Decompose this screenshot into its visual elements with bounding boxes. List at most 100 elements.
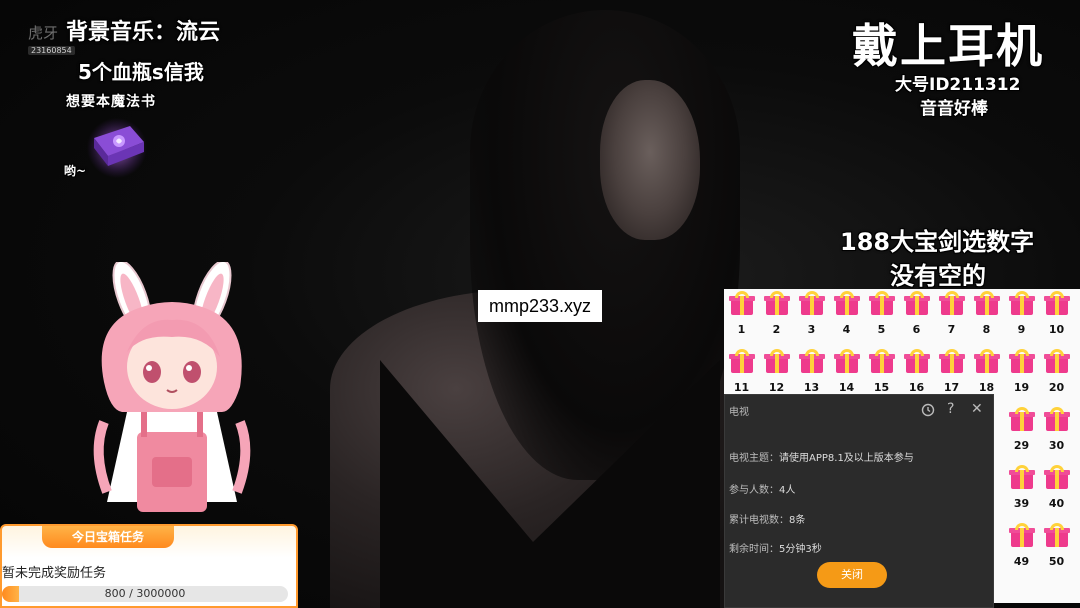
gift-box-icon	[1008, 407, 1035, 431]
gift-cell[interactable]: 12	[759, 347, 794, 401]
gift-box-icon	[763, 349, 790, 373]
url-watermark: mmp233.xyz	[478, 290, 602, 322]
history-icon[interactable]	[921, 403, 935, 417]
gift-cell[interactable]: 14	[829, 347, 864, 401]
room-id: 23160854	[28, 46, 75, 55]
magic-book-icon[interactable]	[82, 118, 152, 178]
gift-number: 30	[1048, 439, 1065, 452]
book-sound-text: 哟~	[64, 164, 87, 178]
gift-box-icon	[1008, 523, 1035, 547]
gift-number: 1	[737, 323, 746, 336]
gift-cell[interactable]: 50	[1039, 521, 1074, 575]
gift-number: 15	[873, 381, 890, 394]
gift-number: 14	[838, 381, 855, 394]
gift-number: 13	[803, 381, 820, 394]
gift-cell[interactable]: 29	[1004, 405, 1039, 459]
gift-box-icon	[833, 349, 860, 373]
gift-cell[interactable]: 49	[1004, 521, 1039, 575]
gift-cell[interactable]: 13	[794, 347, 829, 401]
gift-box-icon	[763, 291, 790, 315]
gift-cell[interactable]: 19	[1004, 347, 1039, 401]
streamer-face	[600, 80, 700, 240]
gift-box-icon	[1043, 523, 1070, 547]
bgm-caption: 背景音乐：流云	[66, 20, 221, 45]
anime-avatar	[93, 262, 251, 512]
gift-box-icon	[728, 291, 755, 315]
yinyin-caption: 音音好棒	[920, 99, 988, 119]
gift-box-icon	[938, 349, 965, 373]
gift-number: 40	[1048, 497, 1065, 510]
help-icon[interactable]: ?	[947, 401, 954, 417]
gift-cell[interactable]: 1	[724, 289, 759, 343]
gift-cell[interactable]: 20	[1039, 347, 1074, 401]
gift-number: 2	[772, 323, 781, 336]
dialog-row-time: 剩余时间：5分钟3秒	[729, 544, 822, 555]
gift-box-icon	[1008, 349, 1035, 373]
gift-number: 39	[1013, 497, 1030, 510]
gift-cell[interactable]: 10	[1039, 289, 1074, 343]
gift-cell[interactable]: 16	[899, 347, 934, 401]
task-status-text: 暂未完成奖励任务	[2, 566, 107, 581]
gift-box-icon	[1043, 407, 1070, 431]
daily-task-panel: 今日宝箱任务 暂未完成奖励任务 800 / 3000000	[0, 524, 298, 608]
dialog-row-count: 累计电视数：8条	[729, 515, 806, 526]
gift-box-icon	[973, 291, 1000, 315]
gift-cell[interactable]: 4	[829, 289, 864, 343]
gift-box-icon	[903, 349, 930, 373]
task-title: 今日宝箱任务	[42, 526, 174, 548]
gift-cell[interactable]: 15	[864, 347, 899, 401]
tv-dialog: 电视 ? ✕ 电视主题：请使用APP8.1及以上版本参与 参与人数：4人 累计电…	[724, 394, 994, 608]
gift-cell[interactable]: 9	[1004, 289, 1039, 343]
gift-box-icon	[833, 291, 860, 315]
gift-number: 49	[1013, 555, 1030, 568]
no-empty-caption: 没有空的	[890, 262, 986, 290]
gift-cell[interactable]: 18	[969, 347, 1004, 401]
gift-number: 6	[912, 323, 921, 336]
gift-number: 5	[877, 323, 886, 336]
gift-cell[interactable]: 17	[934, 347, 969, 401]
gift-number: 29	[1013, 439, 1030, 452]
headphones-caption: 戴上耳机	[852, 19, 1044, 73]
dialog-row-topic: 电视主题：请使用APP8.1及以上版本参与	[729, 453, 914, 464]
gift-number: 9	[1017, 323, 1026, 336]
gift-number: 11	[733, 381, 750, 394]
task-progress-bar: 800 / 3000000	[2, 586, 288, 602]
task-progress-label: 800 / 3000000	[104, 587, 186, 600]
close-icon[interactable]: ✕	[971, 401, 983, 417]
platform-logo: 虎牙	[28, 24, 59, 42]
gift-box-icon	[868, 349, 895, 373]
gift-cell[interactable]: 11	[724, 347, 759, 401]
gift-cell[interactable]: 5	[864, 289, 899, 343]
gift-cell[interactable]: 30	[1039, 405, 1074, 459]
gift-box-icon	[728, 349, 755, 373]
gift-number: 19	[1013, 381, 1030, 394]
gift-box-icon	[1008, 291, 1035, 315]
gift-cell[interactable]: 3	[794, 289, 829, 343]
gift-cell[interactable]: 39	[1004, 463, 1039, 517]
gift-cell[interactable]: 6	[899, 289, 934, 343]
gift-number: 4	[842, 323, 851, 336]
gift-number: 17	[943, 381, 960, 394]
gift-cell[interactable]: 7	[934, 289, 969, 343]
bottle-caption: 5个血瓶s信我	[78, 60, 204, 84]
dialog-row-participants: 参与人数：4人	[729, 485, 796, 496]
gift-number: 10	[1048, 323, 1065, 336]
sword-caption: 188大宝剑选数字	[840, 228, 1035, 256]
gift-box-icon	[938, 291, 965, 315]
gift-cell[interactable]: 40	[1039, 463, 1074, 517]
gift-number: 16	[908, 381, 925, 394]
magic-book-caption: 想要本魔法书	[66, 94, 156, 110]
gift-box-icon	[1043, 465, 1070, 489]
gift-box-icon	[798, 349, 825, 373]
gift-cell[interactable]: 8	[969, 289, 1004, 343]
gift-box-icon	[1008, 465, 1035, 489]
gift-number: 20	[1048, 381, 1065, 394]
gift-box-icon	[1043, 291, 1070, 315]
gift-number: 50	[1048, 555, 1065, 568]
gift-box-icon	[1043, 349, 1070, 373]
big-id-caption: 大号ID211312	[895, 75, 1021, 95]
gift-box-icon	[903, 291, 930, 315]
dialog-close-button[interactable]: 关闭	[817, 562, 887, 588]
dialog-title: 电视	[729, 407, 749, 418]
gift-cell[interactable]: 2	[759, 289, 794, 343]
